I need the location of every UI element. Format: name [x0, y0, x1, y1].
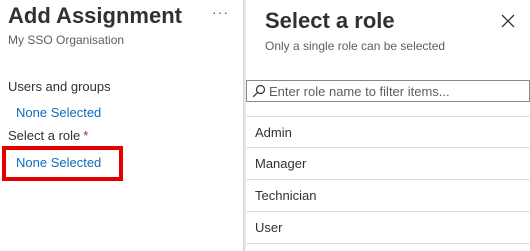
role-search-box[interactable]	[246, 80, 530, 102]
users-groups-select-link[interactable]: None Selected	[16, 105, 101, 120]
search-icon	[252, 84, 266, 98]
more-options-icon[interactable]: ···	[212, 4, 229, 20]
role-select-link[interactable]: None Selected	[16, 155, 101, 170]
add-assignment-blade: Add Assignment ··· My SSO Organisation U…	[0, 0, 243, 251]
panel-title: Select a role	[265, 8, 395, 33]
role-search-input[interactable]	[269, 82, 525, 100]
close-icon[interactable]	[501, 14, 515, 28]
role-item-manager[interactable]: Manager	[246, 148, 530, 180]
role-item-technician[interactable]: Technician	[246, 180, 530, 212]
users-groups-label: Users and groups	[8, 79, 111, 94]
screen: Add Assignment ··· My SSO Organisation U…	[0, 0, 530, 251]
select-role-label: Select a role *	[8, 128, 88, 143]
organisation-subtitle: My SSO Organisation	[8, 33, 125, 47]
page-title: Add Assignment	[8, 3, 182, 28]
role-item-user[interactable]: User	[246, 212, 530, 244]
select-role-blade: Select a role Only a single role can be …	[246, 0, 530, 251]
panel-subtitle: Only a single role can be selected	[265, 39, 446, 53]
select-role-label-text: Select a role	[8, 128, 81, 143]
role-item-admin[interactable]: Admin	[246, 116, 530, 148]
required-marker: *	[83, 128, 89, 143]
role-list: Admin Manager Technician User	[246, 116, 530, 244]
